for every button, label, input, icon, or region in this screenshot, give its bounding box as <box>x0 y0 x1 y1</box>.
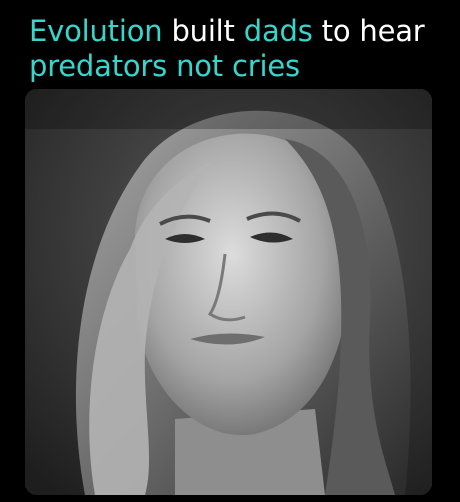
caption-line-1: Evolution built dads to hear <box>29 14 425 48</box>
caption-text-to-hear: to hear <box>312 14 425 48</box>
meme-caption: Evolution built dads to hear predators n… <box>29 14 449 84</box>
caption-text-built: built <box>162 14 244 48</box>
caption-word-evolution: Evolution <box>29 14 163 48</box>
caption-word-predators-not-cries: predators not cries <box>29 49 300 83</box>
caption-word-dads: dads <box>243 14 313 48</box>
video-frame[interactable] <box>25 89 432 495</box>
caption-line-2: predators not cries <box>29 49 300 83</box>
portrait-image <box>25 89 432 495</box>
